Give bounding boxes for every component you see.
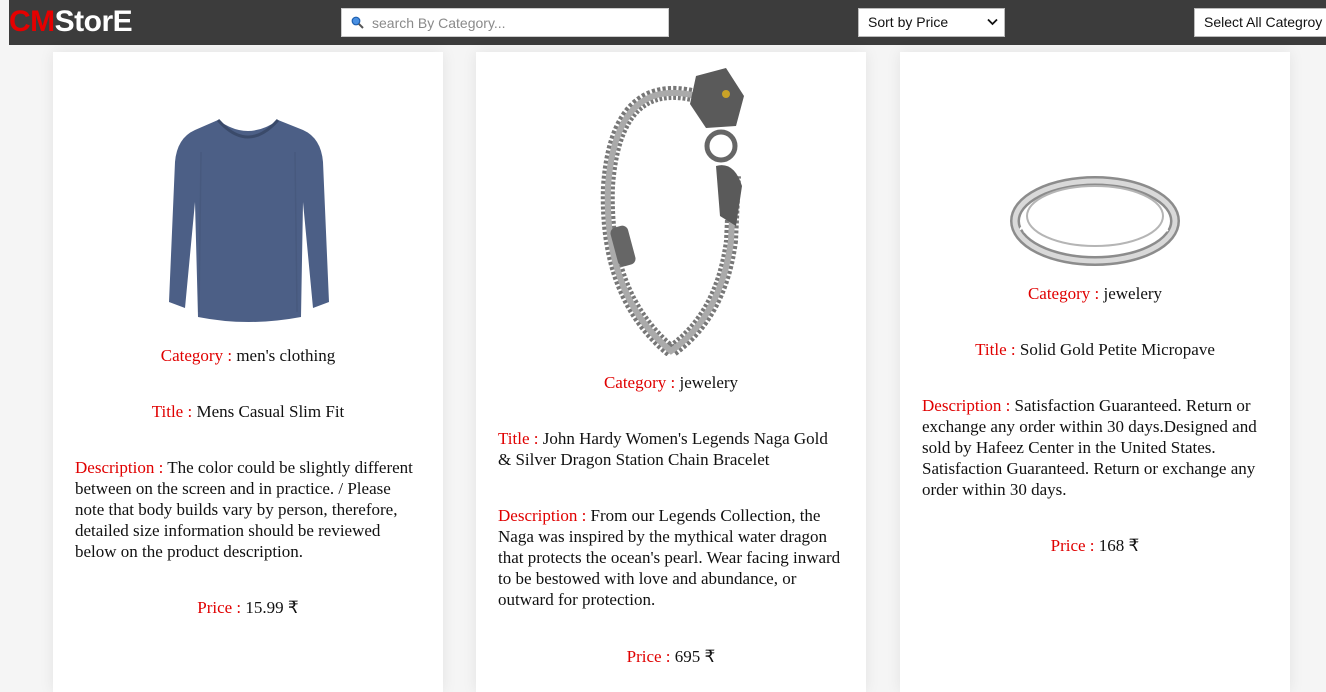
price-key: Price : — [1050, 536, 1099, 555]
search-input[interactable] — [372, 9, 662, 36]
category-value: jewelery — [679, 373, 739, 392]
title-key: Title : — [151, 402, 197, 421]
price-value: 15.99 ₹ — [245, 598, 299, 617]
ring-image — [900, 176, 1290, 266]
description-key: Description : — [498, 506, 591, 525]
sort-select-label: Sort by Price — [868, 14, 949, 30]
price-value: 695 ₹ — [674, 647, 716, 666]
category-key: Category : — [1027, 284, 1104, 303]
product-description: Description : The color could be slightl… — [75, 457, 421, 562]
product-title: Title : Mens Casual Slim Fit — [53, 401, 443, 422]
dragon-bracelet-image — [476, 66, 866, 356]
top-navbar: CMStorE Sort by Price Select All Categro… — [9, 0, 1326, 45]
price-key: Price : — [197, 598, 246, 617]
price-value: 168 ₹ — [1098, 536, 1140, 555]
store-logo[interactable]: CMStorE — [9, 4, 133, 40]
product-price: Price : 168 ₹ — [900, 535, 1290, 556]
category-value: men's clothing — [236, 346, 336, 365]
product-category: Category : jewelery — [476, 372, 866, 393]
category-select[interactable]: Select All Categroy — [1194, 8, 1326, 37]
title-key: Title : — [498, 429, 543, 448]
price-key: Price : — [626, 647, 675, 666]
product-category: Category : men's clothing — [53, 345, 443, 366]
title-value: John Hardy Women's Legends Naga Gold & S… — [498, 429, 828, 469]
logo-prefix: CM — [9, 5, 55, 38]
product-category: Category : jewelery — [900, 283, 1290, 304]
long-sleeve-shirt-image — [53, 112, 443, 328]
product-description: Description : From our Legends Collectio… — [498, 505, 844, 610]
sort-by-price-select[interactable]: Sort by Price — [858, 8, 1005, 37]
title-key: Title : — [975, 340, 1020, 359]
category-value: jewelery — [1103, 284, 1163, 303]
category-select-label: Select All Categroy — [1204, 14, 1323, 30]
description-key: Description : — [922, 396, 1015, 415]
product-title: Title : Solid Gold Petite Micropave — [900, 339, 1290, 360]
title-value: Solid Gold Petite Micropave — [1019, 340, 1215, 359]
search-box[interactable] — [341, 8, 669, 37]
product-description: Description : Satisfaction Guaranteed. R… — [922, 395, 1268, 500]
category-key: Category : — [603, 373, 680, 392]
product-price: Price : 695 ₹ — [476, 646, 866, 667]
chevron-down-icon — [987, 18, 998, 26]
category-key: Category : — [160, 346, 237, 365]
description-key: Description : — [75, 458, 168, 477]
product-title: Title : John Hardy Women's Legends Naga … — [498, 428, 844, 470]
logo-suffix: StorE — [54, 5, 133, 38]
title-value: Mens Casual Slim Fit — [196, 402, 345, 421]
search-icon — [351, 16, 364, 29]
product-card[interactable]: Category : men's clothing Title : Mens C… — [53, 52, 443, 692]
product-price: Price : 15.99 ₹ — [53, 597, 443, 618]
product-card[interactable]: Category : jewelery Title : John Hardy W… — [476, 52, 866, 692]
product-card[interactable]: Category : jewelery Title : Solid Gold P… — [900, 52, 1290, 692]
